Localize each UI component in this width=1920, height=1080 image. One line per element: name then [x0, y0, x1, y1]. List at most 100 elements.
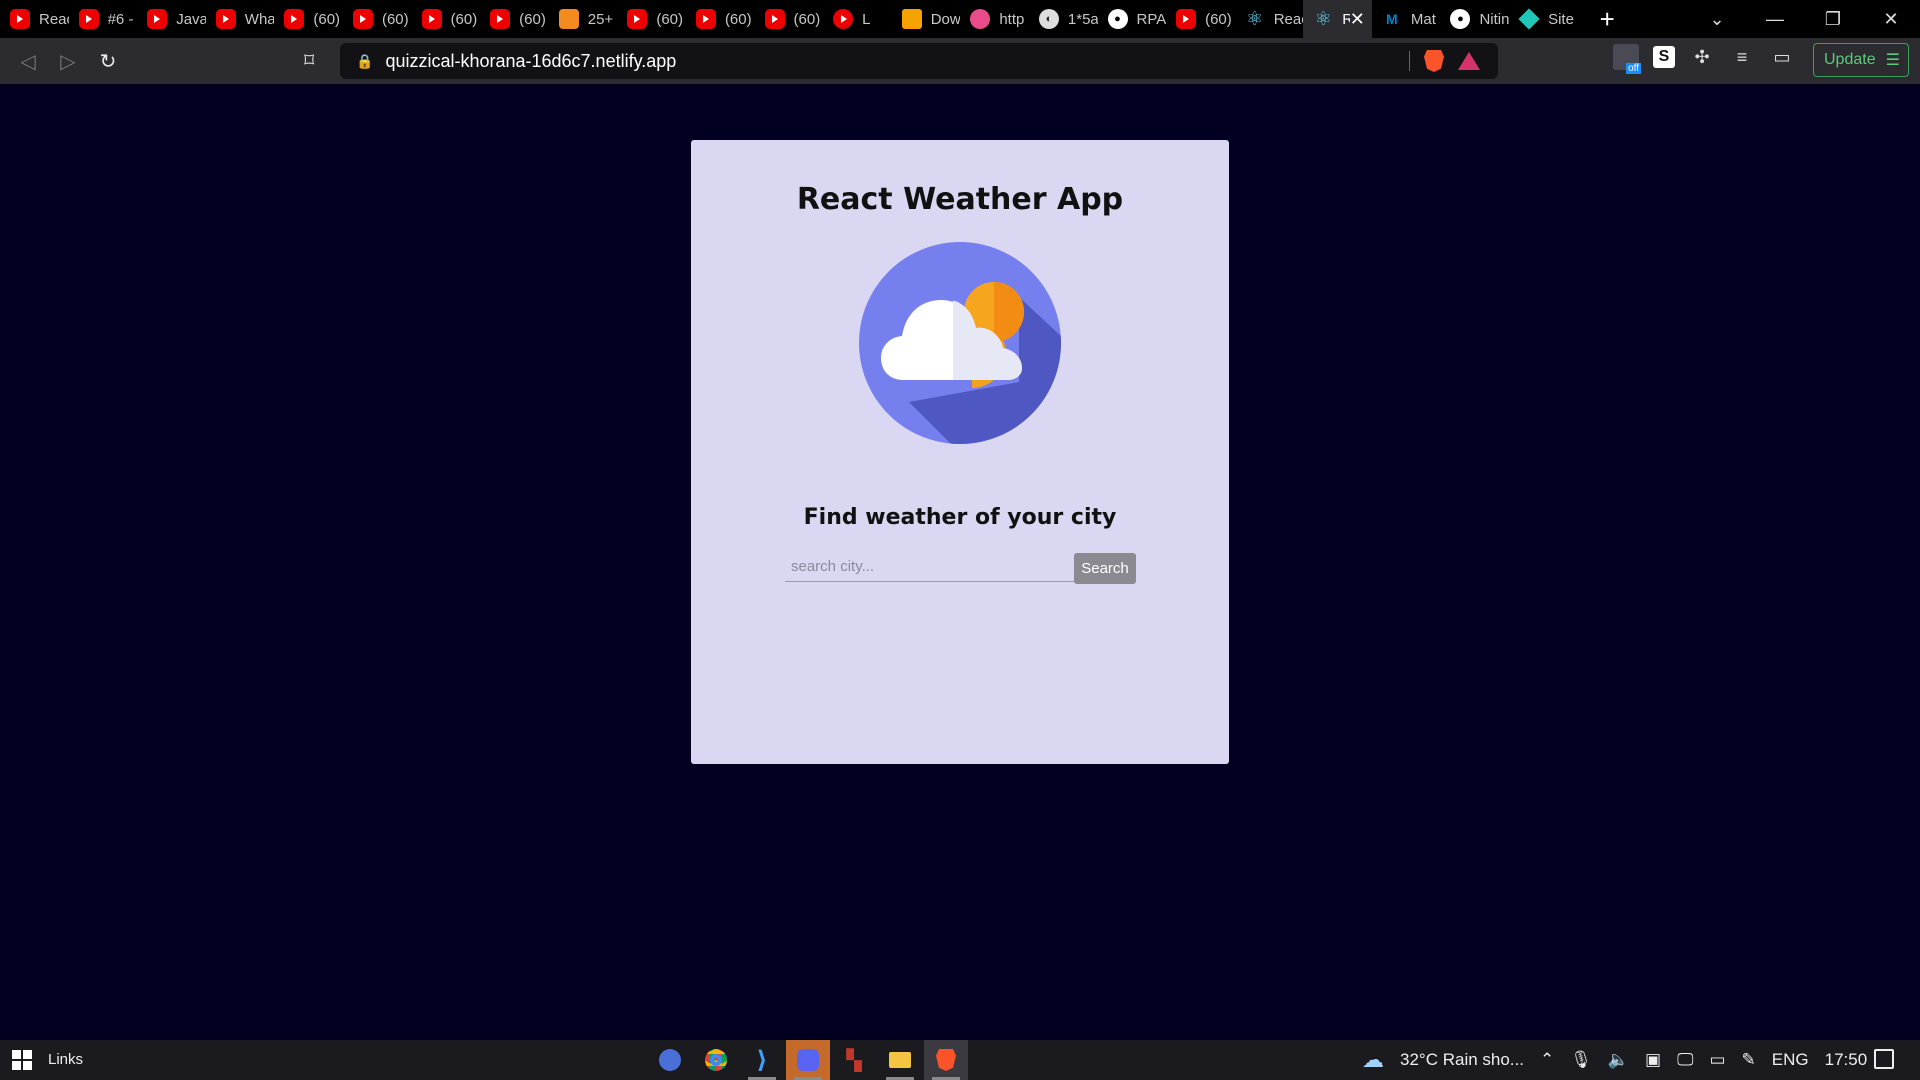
volume-icon[interactable]: 🔈 — [1608, 1050, 1629, 1070]
browser-tab[interactable]: (60) — [480, 0, 549, 38]
pen-icon[interactable]: ✎ — [1742, 1050, 1756, 1070]
browser-tab[interactable]: (60) — [686, 0, 755, 38]
chrome-icon[interactable] — [694, 1040, 738, 1080]
app-title: React Weather App — [796, 182, 1124, 217]
yellow-app-icon — [901, 9, 922, 29]
tab-title: What — [244, 10, 275, 28]
minimize-button[interactable]: — — [1746, 9, 1804, 30]
brave-rewards-icon[interactable] — [1458, 52, 1480, 70]
weather-widget[interactable]: 32°C Rain sho... — [1400, 1050, 1524, 1070]
tab-list: React #6 - Javas What (60) (60) (60) (60) 25+ (60… — [0, 0, 1578, 38]
browser-tab[interactable]: ◐ 1*5a — [1029, 0, 1098, 38]
browser-tab[interactable]: ⚛ Reac — [1235, 0, 1303, 38]
back-button[interactable]: ◁ — [8, 49, 48, 74]
dribbble-icon — [970, 9, 991, 29]
extension-off-icon[interactable]: off — [1613, 44, 1641, 74]
notifications-icon[interactable] — [1874, 1049, 1894, 1069]
browser-tab[interactable]: (60) — [412, 0, 481, 38]
restore-button[interactable]: ❐ — [1804, 9, 1862, 30]
tab-title: Site — [1548, 10, 1574, 28]
media-playlist-icon[interactable]: ≡ — [1729, 44, 1755, 70]
file-explorer-icon[interactable] — [878, 1040, 922, 1080]
network-icon[interactable]: 🖵 — [1677, 1050, 1693, 1070]
chevron-up-icon[interactable]: ⌃ — [1540, 1050, 1554, 1070]
brave-shields-icon[interactable] — [1424, 50, 1444, 72]
tab-title: (60) — [313, 10, 341, 28]
meet-now-icon[interactable]: ▣ — [1645, 1050, 1661, 1070]
youtube-icon — [78, 9, 99, 29]
brave-browser-icon[interactable] — [924, 1040, 968, 1080]
reload-button[interactable]: ↻ — [88, 49, 128, 74]
browser-tab[interactable]: (60) — [274, 0, 343, 38]
browser-tab[interactable]: 25+ — [549, 0, 618, 38]
browser-tab[interactable]: Site — [1509, 0, 1578, 38]
clock[interactable]: 17:50 — [1825, 1050, 1868, 1070]
links-toolbar[interactable]: Links — [48, 1051, 83, 1068]
forward-button[interactable]: ▷ — [48, 49, 88, 74]
youtube-icon — [764, 9, 785, 29]
youtube-music-icon — [833, 9, 854, 29]
browser-tab[interactable]: What — [206, 0, 275, 38]
tab-strip: React #6 - Javas What (60) (60) (60) (60) 25+ (60… — [0, 0, 1920, 38]
update-button[interactable]: Update ☰ — [1813, 43, 1909, 77]
youtube-icon — [215, 9, 236, 29]
globe-icon: ◐ — [1038, 9, 1059, 29]
browser-tab[interactable]: http — [960, 0, 1029, 38]
tab-title: RPA — [1136, 10, 1167, 28]
partly-cloudy-weather-icon — [859, 242, 1061, 444]
youtube-icon — [1176, 9, 1197, 29]
tab-title: (60) — [724, 10, 752, 28]
url-text[interactable]: quizzical-khorana-16d6c7.netlify.app — [385, 51, 676, 72]
discord-icon[interactable] — [786, 1040, 830, 1080]
tab-title: (60) — [793, 10, 821, 28]
weather-cloud-icon[interactable]: ☁ — [1362, 1047, 1384, 1073]
browser-tab[interactable]: #6 - — [69, 0, 138, 38]
find-weather-heading: Find weather of your city — [803, 505, 1117, 530]
browser-tab[interactable]: (60) — [617, 0, 686, 38]
browser-tab[interactable]: ● RPA — [1098, 0, 1167, 38]
bookmark-icon[interactable]: ⌑ — [304, 48, 314, 73]
react-icon: ⚛ — [1314, 8, 1332, 30]
tab-search-chevron-icon[interactable]: ⌄ — [1688, 9, 1746, 30]
browser-tab[interactable]: Javas — [137, 0, 206, 38]
tab-title: (60) — [656, 10, 684, 28]
browser-tab[interactable]: ● Nitin — [1440, 0, 1509, 38]
browser-tab[interactable]: (60) — [343, 0, 412, 38]
tab-title: Dow — [930, 10, 961, 28]
microphone-icon[interactable]: 🎙 — [1570, 1050, 1592, 1070]
github-icon: ● — [1450, 9, 1471, 29]
close-tab-icon[interactable]: ✕ — [1350, 9, 1365, 30]
tab-title: #6 - — [107, 10, 134, 28]
close-window-button[interactable]: ✕ — [1862, 9, 1920, 30]
address-bar[interactable]: 🔒 quizzical-khorana-16d6c7.netlify.app — [340, 43, 1498, 79]
youtube-icon — [695, 9, 716, 29]
browser-tab[interactable]: Dow — [892, 0, 961, 38]
browser-tab[interactable]: ⚛ R ✕ — [1303, 0, 1372, 38]
search-city-input[interactable] — [785, 552, 1075, 582]
system-tray: ☁ 32°C Rain sho... ⌃ 🎙 🔈 ▣ 🖵 ▭ ✎ ENG 17:… — [1362, 1040, 1867, 1080]
browser-tab[interactable]: (60) — [1166, 0, 1235, 38]
wallet-icon[interactable]: ▭ — [1769, 44, 1795, 70]
browser-tab[interactable]: (60) — [755, 0, 824, 38]
react-icon: ⚛ — [1246, 8, 1264, 30]
new-tab-button[interactable]: + — [1600, 4, 1615, 35]
tab-title: (60) — [450, 10, 478, 28]
browser-tab[interactable]: React — [0, 0, 69, 38]
youtube-icon — [490, 9, 511, 29]
windows-taskbar: Links ⟩ ▚ ☁ 32°C Rain sho... ⌃ 🎙 🔈 ▣ 🖵 ▭… — [0, 1040, 1920, 1080]
youtube-icon — [352, 9, 373, 29]
browser-tab[interactable]: L — [823, 0, 892, 38]
vscode-icon[interactable]: ⟩ — [740, 1040, 784, 1080]
app-gb-icon[interactable] — [648, 1040, 692, 1080]
puzzle-extensions-icon[interactable]: ✣ — [1689, 44, 1715, 70]
language-indicator[interactable]: ENG — [1772, 1050, 1809, 1070]
s-extension-icon[interactable]: S — [1653, 46, 1675, 68]
weather-card: React Weather App Find weather of your c… — [691, 140, 1229, 764]
browser-tab[interactable]: M Mat — [1372, 0, 1441, 38]
windows-start-icon[interactable] — [12, 1050, 32, 1070]
search-button[interactable]: Search — [1074, 553, 1136, 584]
battery-icon[interactable]: ▭ — [1709, 1050, 1725, 1070]
mui-icon: M — [1386, 11, 1398, 27]
url-divider — [1409, 51, 1410, 71]
predator-sense-icon[interactable]: ▚ — [832, 1040, 876, 1080]
